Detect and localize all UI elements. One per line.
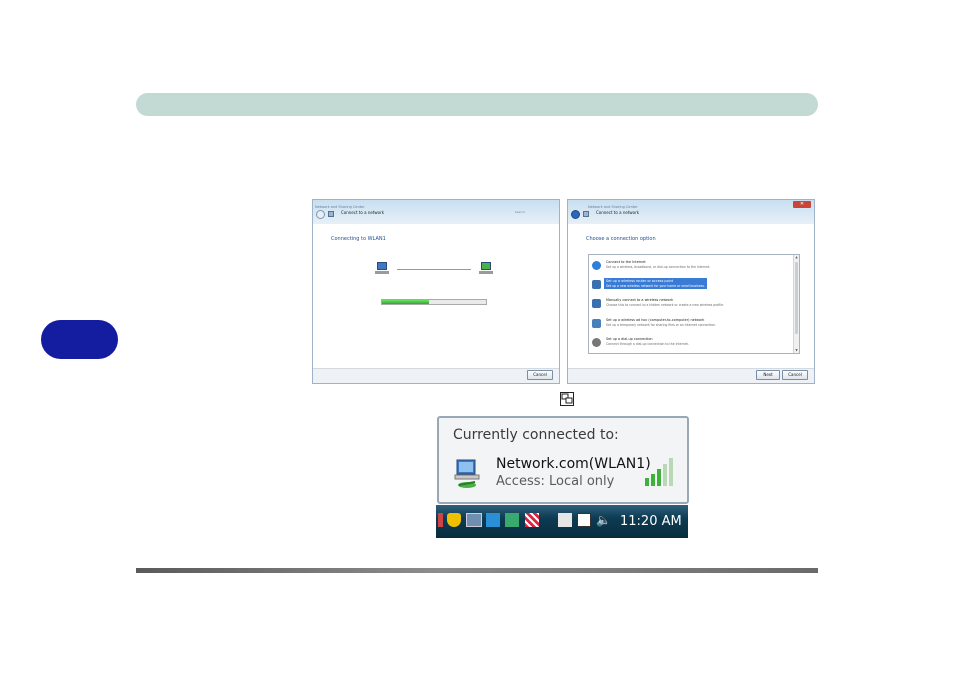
dialog-heading: Choose a connection option — [586, 236, 656, 242]
signal-strength-icon — [645, 458, 673, 486]
speaker-icon[interactable]: 🔈 — [596, 513, 611, 527]
option-connect-internet[interactable]: Connect to the Internet Set up a wireles… — [591, 258, 792, 273]
dialog-footer: Next Cancel — [568, 368, 814, 383]
adhoc-icon — [592, 319, 601, 328]
green-app-icon[interactable] — [505, 513, 519, 527]
dialog-nav-row: Connect to a network — [313, 208, 559, 224]
checkered-app-icon[interactable] — [525, 513, 539, 527]
dialog-footer: Cancel — [313, 368, 559, 383]
chapter-tab — [41, 320, 118, 359]
option-description: Set up a new wireless network for your h… — [606, 283, 706, 288]
dialog-body: Choose a connection option Connect to th… — [568, 224, 814, 369]
next-button[interactable]: Next — [756, 370, 780, 380]
option-dialup[interactable]: Set up a dial-up connection Connect thro… — [591, 335, 792, 350]
wireless-network-icon — [454, 459, 480, 488]
taskbar: 🔈 11:20 AM — [436, 505, 688, 538]
network-tray-icon — [560, 392, 574, 406]
footer-rule — [136, 568, 818, 573]
phone-icon — [592, 338, 601, 347]
utility-icon[interactable] — [558, 513, 572, 527]
scrollbar[interactable]: ▲ ▼ — [793, 255, 799, 353]
globe-icon — [592, 261, 601, 270]
option-description: Set up a temporary network for sharing f… — [606, 322, 716, 327]
close-icon[interactable]: ✕ — [793, 201, 811, 208]
cancel-button[interactable]: Cancel — [782, 370, 808, 380]
network-name: Network.com(WLAN1) — [496, 456, 651, 472]
scroll-up-icon[interactable]: ▲ — [794, 255, 799, 260]
dialog-heading: Connecting to WLAN1 — [331, 236, 386, 242]
dialog-body: Connecting to WLAN1 — [313, 224, 559, 369]
display-icon[interactable] — [466, 513, 482, 527]
computer-icon — [375, 262, 389, 274]
dialog-nav-row: Connect to a network — [568, 208, 814, 224]
router-icon — [592, 280, 601, 289]
connecting-dialog: Network and Sharing Center Search Connec… — [312, 199, 560, 384]
connection-balloon[interactable]: Currently connected to: Network.com(WLAN… — [437, 416, 689, 504]
option-description: Set up a wireless, broadband, or dial-up… — [606, 264, 711, 269]
wireless-computer-icon — [592, 299, 601, 308]
connection-options-dialog: Network and Sharing Center ✕ Connect to … — [567, 199, 815, 384]
progress-bar — [381, 299, 487, 305]
connection-option-list: Connect to the Internet Set up a wireles… — [588, 254, 800, 354]
scroll-down-icon[interactable]: ▼ — [794, 348, 799, 353]
scroll-thumb[interactable] — [795, 262, 798, 334]
back-button[interactable] — [571, 210, 580, 219]
network-icon — [583, 211, 589, 217]
cancel-button[interactable]: Cancel — [527, 370, 553, 380]
network-access: Access: Local only — [496, 474, 615, 489]
balloon-heading: Currently connected to: — [453, 427, 619, 443]
back-button[interactable] — [316, 210, 325, 219]
option-description: Connect through a dial-up connection to … — [606, 341, 689, 346]
option-setup-router[interactable]: Set up a wireless router or access point… — [591, 277, 792, 292]
connection-line — [397, 269, 471, 270]
page-header-bar — [136, 93, 818, 116]
option-adhoc-network[interactable]: Set up a wireless ad hoc (computer-to-co… — [591, 316, 792, 331]
progress-fill — [382, 300, 429, 304]
option-manual-wireless[interactable]: Manually connect to a wireless network C… — [591, 296, 792, 311]
dialog-title: Connect to a network — [596, 210, 640, 215]
clock[interactable]: 11:20 AM — [620, 514, 682, 529]
shield-icon[interactable] — [447, 513, 461, 527]
network-icon — [328, 211, 334, 217]
network-tray-icon[interactable] — [577, 513, 591, 527]
app-icon[interactable] — [486, 513, 500, 527]
taskbar-edge-icon[interactable] — [438, 513, 443, 527]
dialog-title: Connect to a network — [341, 210, 385, 215]
option-description: Choose this to connect to a hidden netwo… — [606, 302, 724, 307]
option-title: Set up a wireless ad hoc (computer-to-co… — [606, 318, 705, 322]
network-computer-icon — [479, 262, 493, 274]
